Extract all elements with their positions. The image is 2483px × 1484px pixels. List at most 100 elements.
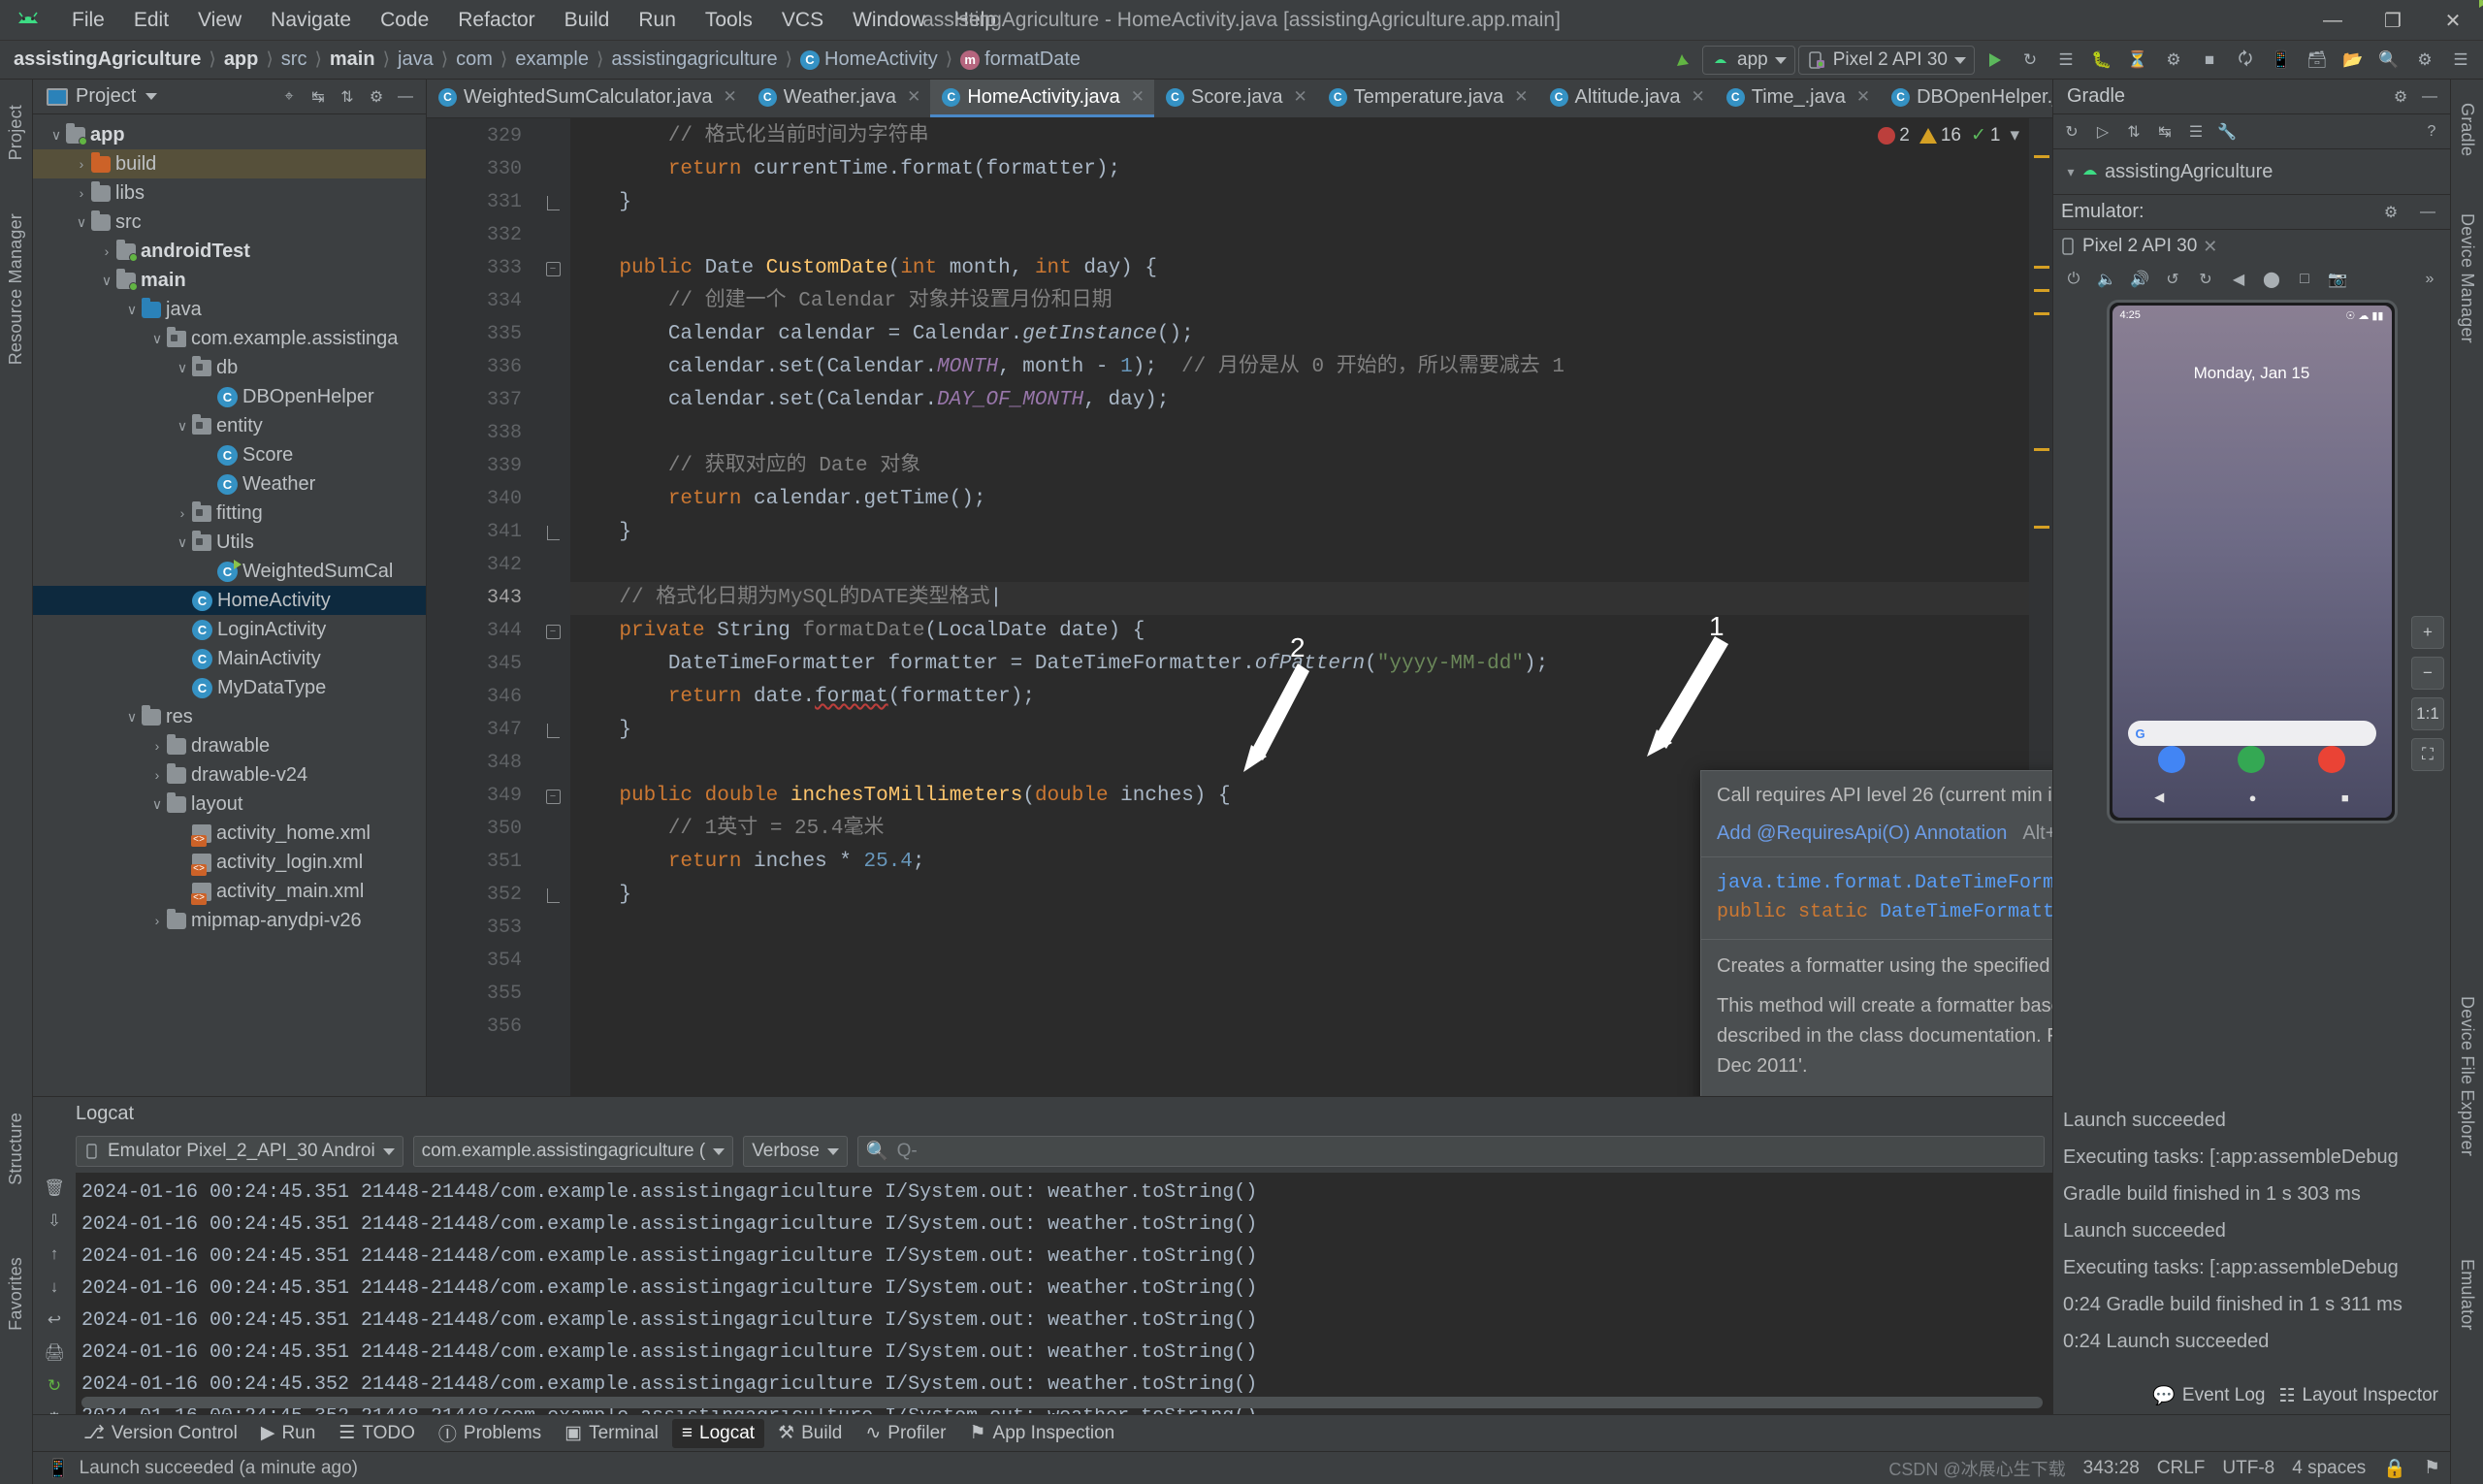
fold-end-icon[interactable]: [546, 195, 560, 210]
line-number[interactable]: 335: [427, 318, 535, 351]
sync-gradle-icon[interactable]: 🗘: [2229, 45, 2262, 76]
line-number[interactable]: 342: [427, 549, 535, 582]
hamburger-menu-icon[interactable]: ☰: [2444, 45, 2477, 76]
line-number[interactable]: 337: [427, 384, 535, 417]
close-button[interactable]: ✕: [2423, 0, 2483, 41]
menu-file[interactable]: File: [58, 5, 118, 36]
logcat-scroll-end-icon[interactable]: ⇩: [41, 1211, 68, 1231]
logcat-process-selector[interactable]: com.example.assistingagriculture (: [412, 1136, 734, 1167]
gradle-expand-icon[interactable]: ⇅: [2119, 118, 2148, 145]
tree-node-res[interactable]: ∨ res: [33, 702, 426, 731]
logcat-output[interactable]: 2024-01-16 00:24:45.351 21448-21448/com.…: [76, 1173, 2052, 1414]
rotate-left-icon[interactable]: ↺: [2158, 266, 2187, 293]
line-number[interactable]: 353: [427, 912, 535, 945]
fold-marker-row[interactable]: [535, 417, 570, 450]
emulator-device-frame[interactable]: 4:25 ☉ ☁ ▮▮ Monday, Jan 15 G ◀ ● ■: [2106, 300, 2398, 823]
tree-node-utils[interactable]: ∨ Utils: [33, 528, 426, 557]
tree-node-libs[interactable]: › libs: [33, 178, 426, 208]
gradle-collapse-icon[interactable]: ↹: [2150, 118, 2179, 145]
sdk-manager-icon[interactable]: 🗃: [2301, 45, 2334, 76]
module-selector[interactable]: app: [1702, 46, 1795, 75]
code-line[interactable]: // 格式化日期为MySQL的DATE类型格式|: [570, 582, 2029, 615]
zoom-out-button[interactable]: −: [2411, 657, 2444, 690]
phone-back-icon[interactable]: ◀: [2154, 790, 2164, 805]
logcat-search-input[interactable]: 🔍 Q-: [856, 1136, 2045, 1167]
code-folding-gutter[interactable]: − − −: [535, 118, 570, 1096]
tree-node-drawable-v24[interactable]: › drawable-v24: [33, 760, 426, 790]
tool-button-device-file-explorer[interactable]: Device File Explorer: [2457, 988, 2477, 1164]
status-bar-right[interactable]: CSDN @冰展心生下载 343:28 CRLF UTF-8 4 spaces …: [1888, 1456, 2440, 1481]
fold-marker-row[interactable]: [535, 318, 570, 351]
bottom-tab-logcat[interactable]: ≡ Logcat: [671, 1418, 765, 1448]
line-number[interactable]: 340: [427, 483, 535, 516]
menu-window[interactable]: Window: [839, 5, 939, 36]
breadcrumb-java[interactable]: java: [398, 48, 434, 71]
hide-panel-icon[interactable]: —: [391, 83, 420, 111]
zoom-in-button[interactable]: +: [2411, 616, 2444, 649]
fold-marker-row[interactable]: [535, 813, 570, 846]
bottom-tab-profiler[interactable]: ∿ Profiler: [855, 1418, 955, 1448]
minimize-button[interactable]: —: [2303, 0, 2363, 41]
editor-tab-score-java[interactable]: C Score.java ✕: [1154, 80, 1317, 117]
chevron-right-icon[interactable]: ›: [72, 185, 91, 201]
tree-node-loginactivity[interactable]: C LoginActivity: [33, 615, 426, 644]
bottom-tab-run[interactable]: ▶ Run: [251, 1418, 325, 1448]
fold-end-icon[interactable]: [546, 525, 560, 540]
fold-marker-row[interactable]: [535, 912, 570, 945]
phone-dock[interactable]: [2112, 746, 2392, 773]
line-number[interactable]: 332: [427, 219, 535, 252]
scroll-from-source-icon[interactable]: ⌖: [274, 83, 304, 111]
fold-marker-row[interactable]: [535, 516, 570, 549]
close-icon[interactable]: ✕: [1131, 87, 1145, 107]
tree-node-activity-main-xml[interactable]: activity_main.xml: [33, 877, 426, 906]
rotate-right-icon[interactable]: ↻: [2191, 266, 2220, 293]
gradle-run-icon[interactable]: ▷: [2088, 118, 2117, 145]
logcat-toolbar[interactable]: Emulator Pixel_2_API_30 Androi com.examp…: [33, 1130, 2052, 1173]
bottom-tab-problems[interactable]: Ⓘ Problems: [429, 1416, 551, 1450]
code-line[interactable]: public Date CustomDate(int month, int da…: [570, 252, 2029, 285]
phone-nav-bar[interactable]: ◀ ● ■: [2112, 783, 2392, 812]
line-number[interactable]: 343: [427, 582, 535, 615]
gradle-root-node[interactable]: ▾ assistingAgriculture: [2053, 157, 2450, 186]
menu-help[interactable]: Help: [941, 5, 1010, 36]
tool-button-gradle[interactable]: Gradle: [2457, 95, 2477, 164]
phone-app-messages-icon[interactable]: [2157, 746, 2185, 773]
tree-node-weather[interactable]: C Weather: [33, 469, 426, 499]
editor-tab-altitude-java[interactable]: C Altitude.java ✕: [1538, 80, 1715, 117]
line-number[interactable]: 333: [427, 252, 535, 285]
back-arrow-icon[interactable]: [1666, 45, 1699, 76]
emulator-hide-icon[interactable]: —: [2413, 199, 2442, 226]
fold-marker-row[interactable]: [535, 648, 570, 681]
close-icon[interactable]: ✕: [1692, 87, 1705, 107]
logcat-level-selector[interactable]: Verbose: [743, 1136, 848, 1167]
emulator-toolbar[interactable]: ⏻ 🔈 🔊 ↺ ↻ ◀ ⬤ □ 📷 »: [2053, 263, 2450, 296]
editor-tab-weather-java[interactable]: C Weather.java ✕: [747, 80, 931, 117]
settings-icon[interactable]: ⚙: [2408, 45, 2441, 76]
breadcrumb-package[interactable]: assistingagriculture: [611, 48, 777, 71]
logcat-horizontal-scrollbar[interactable]: [81, 1397, 2043, 1408]
line-number[interactable]: 346: [427, 681, 535, 714]
line-number[interactable]: 348: [427, 747, 535, 780]
menu-vcs[interactable]: VCS: [768, 5, 837, 36]
tool-button-project[interactable]: Project: [6, 97, 26, 168]
chevron-right-icon[interactable]: ›: [147, 913, 167, 928]
chevron-down-icon[interactable]: ∨: [147, 331, 167, 347]
logcat-scroll-up-icon[interactable]: ↑: [41, 1244, 68, 1264]
line-number[interactable]: 344: [427, 615, 535, 648]
tool-button-structure[interactable]: Structure: [6, 1105, 26, 1193]
build-output-list[interactable]: Launch succeeded Executing tasks: [:app:a…: [2053, 1096, 2450, 1377]
close-icon[interactable]: ✕: [2203, 237, 2217, 257]
code-line[interactable]: calendar.set(Calendar.DAY_OF_MONTH, day)…: [570, 384, 2029, 417]
fold-marker-row[interactable]: [535, 483, 570, 516]
breadcrumb-class[interactable]: HomeActivity: [824, 48, 938, 71]
editor-tab-weightedsumcalculator-java[interactable]: C WeightedSumCalculator.java ✕: [427, 0, 2483, 117]
chevron-down-icon[interactable]: ∨: [147, 796, 167, 813]
caret-position[interactable]: 343:28: [2083, 1458, 2140, 1479]
line-number[interactable]: 351: [427, 846, 535, 879]
chevron-down-icon[interactable]: ∨: [173, 418, 192, 435]
back-nav-icon[interactable]: ◀: [2224, 266, 2253, 293]
tab-event-log[interactable]: 💬 Event Log: [2152, 1384, 2265, 1407]
emulator-more-icon[interactable]: »: [2415, 266, 2444, 293]
gradle-hide-icon[interactable]: —: [2415, 83, 2444, 111]
phone-app-chrome-icon[interactable]: [2318, 746, 2346, 773]
